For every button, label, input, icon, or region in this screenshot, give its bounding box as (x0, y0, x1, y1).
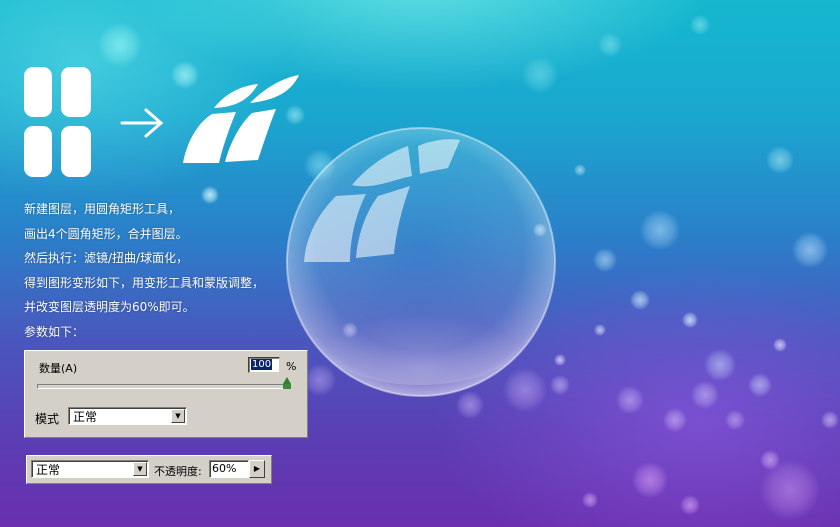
amount-label: 数量(A) (39, 362, 78, 375)
arrow-right-icon (120, 108, 164, 138)
blend-mode-value: 正常 (36, 463, 61, 477)
glass-bubble (286, 127, 556, 397)
opacity-slider-toggle-button[interactable]: ▶ (249, 460, 265, 478)
tutorial-line: 并改变图层透明度为60%即可。 (24, 300, 195, 314)
mode-select-value: 正常 (73, 410, 98, 424)
amount-value: 100 (251, 359, 273, 370)
spherize-dialog: 数量(A) 100 % 模式 正常 ▼ (24, 350, 308, 438)
tutorial-line: 参数如下： (24, 324, 85, 339)
tutorial-line: 画出4个圆角矩形，合并图层。 (24, 226, 188, 241)
tutorial-line: 得到图形变形如下，用变形工具和蒙版调整， (24, 275, 265, 290)
blend-mode-select[interactable]: 正常 ▼ (31, 460, 149, 478)
mode-select[interactable]: 正常 ▼ (68, 407, 187, 425)
opacity-input[interactable]: 60% (209, 460, 249, 478)
tutorial-text: 新建图层，用圆角矩形工具， 画出4个圆角矩形，合并图层。 然后执行：滤镜/扭曲/… (24, 197, 264, 344)
amount-slider-thumb[interactable] (283, 377, 291, 384)
amount-input[interactable]: 100 (248, 357, 280, 373)
percent-sign: % (286, 360, 297, 373)
layers-opacity-bar: 正常 ▼ 不透明度: 60% ▶ (26, 455, 272, 484)
warped-shape-icon (183, 75, 299, 163)
rounded-rects-icon (24, 67, 91, 177)
tutorial-line: 新建图层，用圆角矩形工具， (24, 202, 181, 216)
chevron-down-icon[interactable]: ▼ (133, 462, 147, 476)
tutorial-line: 然后执行：滤镜/扭曲/球面化， (24, 251, 189, 265)
amount-slider-thumb-base[interactable] (283, 384, 291, 389)
chevron-down-icon[interactable]: ▼ (171, 409, 185, 423)
mode-label: 模式 (35, 412, 60, 426)
opacity-label: 不透明度: (154, 465, 202, 478)
amount-slider-track[interactable] (37, 384, 291, 389)
